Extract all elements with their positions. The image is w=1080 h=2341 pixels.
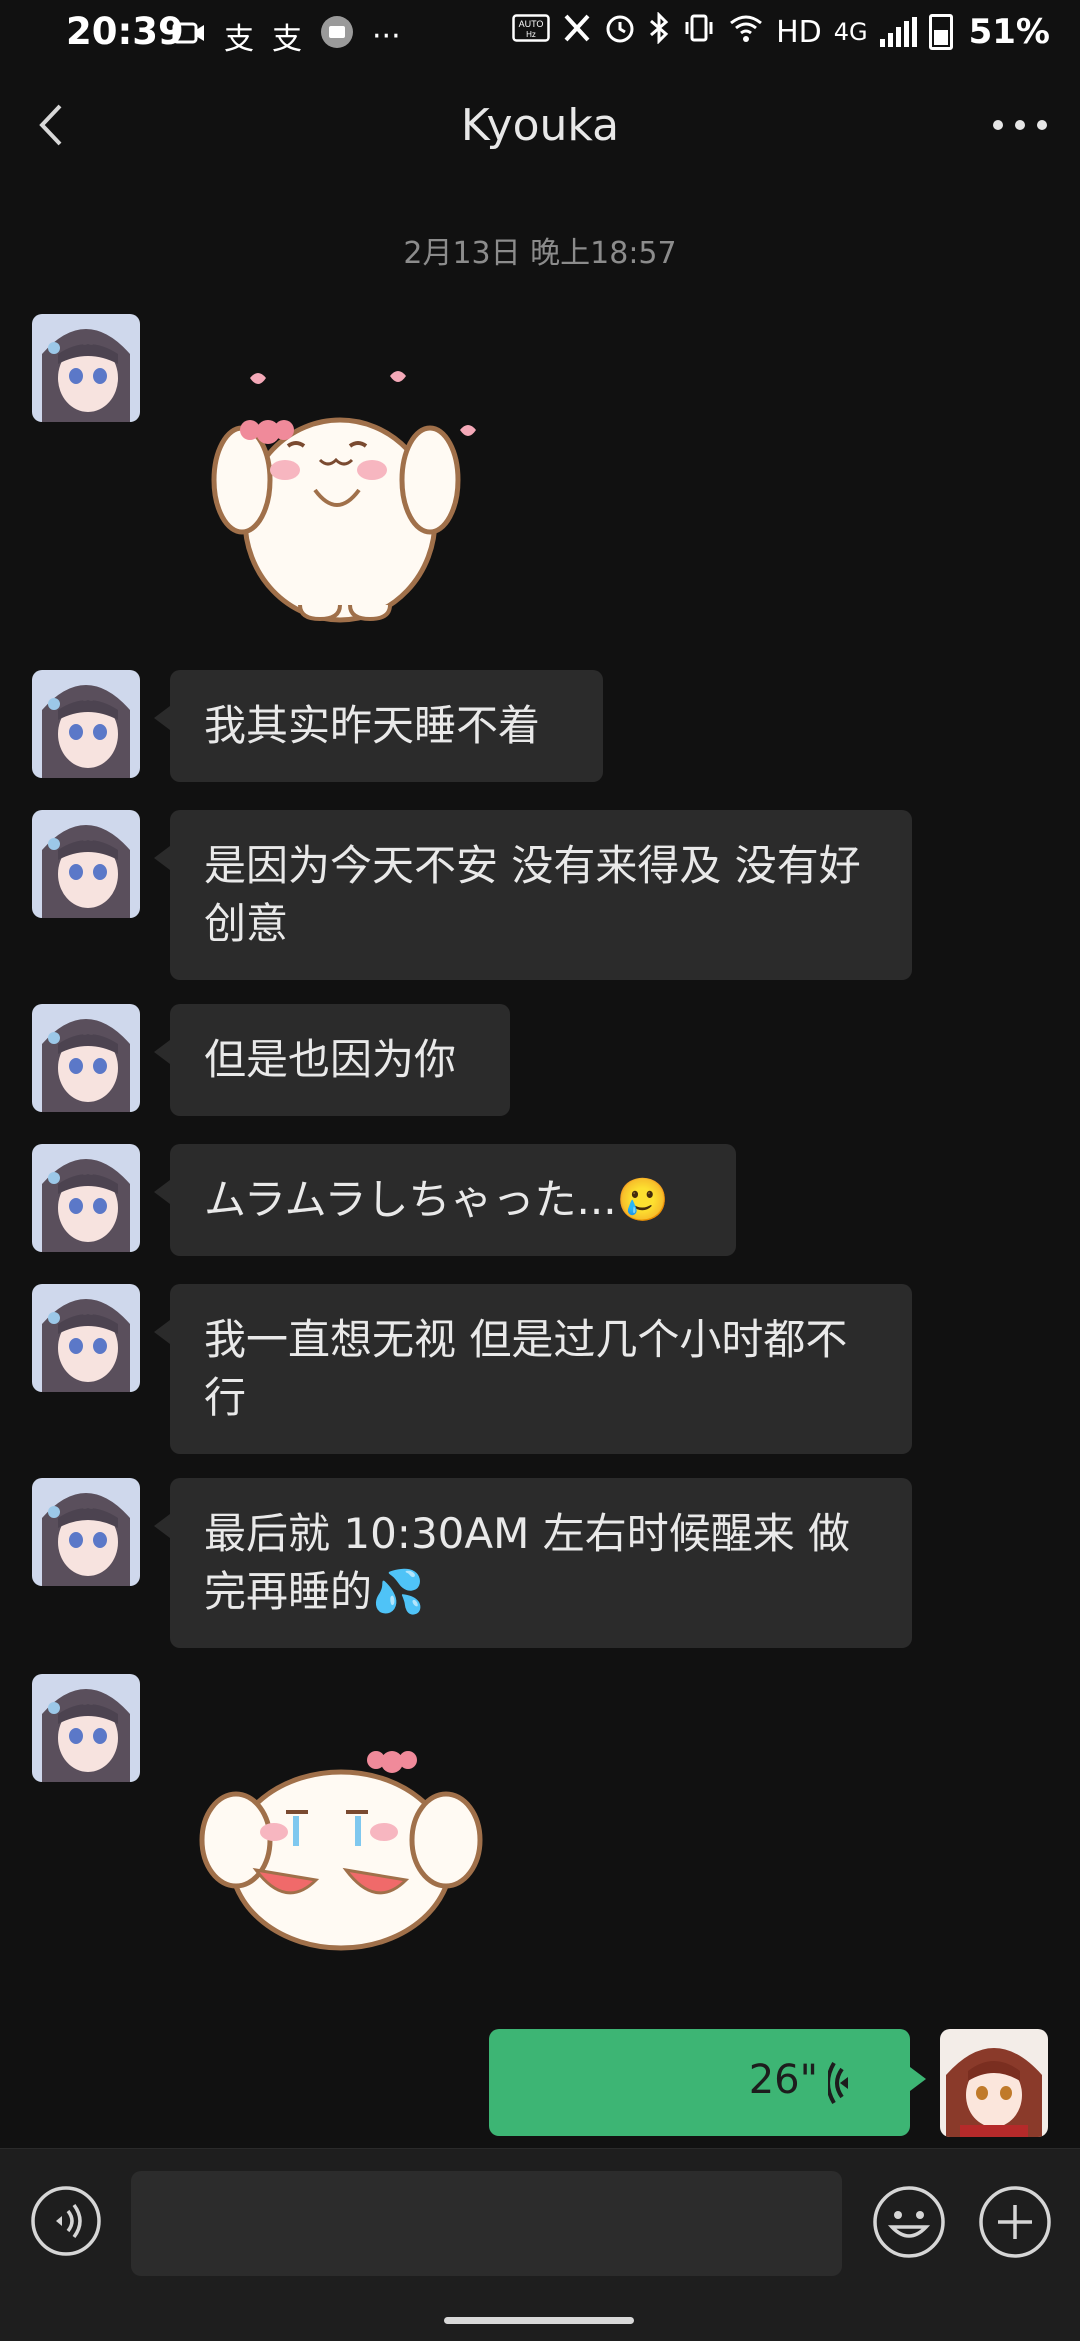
message-bubble[interactable]: ムラムラしちゃった...🥲 (154, 1144, 736, 1256)
signal-icon (879, 17, 917, 47)
4g-icon: 4G (833, 18, 868, 46)
voice-message-bubble[interactable]: 26" (489, 2029, 926, 2136)
system-icons: AUTO Hz HD 4G 51% (512, 11, 1050, 52)
happy-bunny-sticker[interactable] (190, 360, 500, 634)
crying-bunny-sticker[interactable] (196, 1720, 486, 1964)
vibrate-icon (682, 13, 716, 51)
battery-percent: 51% (968, 12, 1050, 52)
status-bar: 20:39 支 支 ··· AUTO Hz HD 4G 51% (0, 0, 1080, 72)
contact-avatar[interactable] (32, 1004, 140, 1112)
message-bubble[interactable]: 是因为今天不安 没有来得及 没有好创意 (154, 810, 912, 980)
message-bubble[interactable]: 我其实昨天睡不着 (154, 670, 603, 782)
status-time: 20:39 (66, 10, 184, 53)
contact-avatar[interactable] (32, 670, 140, 778)
video-icon (172, 19, 206, 54)
home-indicator[interactable] (444, 2317, 634, 2324)
message-bubble[interactable]: 但是也因为你 (154, 1004, 510, 1116)
voice-wave-icon (826, 2059, 868, 2107)
my-avatar[interactable] (940, 2029, 1048, 2137)
voice-duration: 26" (748, 2057, 818, 2103)
x-icon (562, 13, 592, 51)
message-input-bar (0, 2148, 1080, 2341)
contact-avatar[interactable] (32, 314, 140, 422)
contact-avatar[interactable] (32, 1674, 140, 1782)
voice-input-icon[interactable] (30, 2185, 102, 2257)
chat-header: Kyouka (0, 72, 1080, 184)
more-options-icon[interactable] (990, 110, 1050, 140)
bluetooth-icon (648, 11, 670, 52)
notification-icons: 支 支 ··· (172, 14, 401, 58)
svg-text:AUTO: AUTO (519, 19, 544, 29)
alipay-icon: 支 (272, 22, 302, 57)
mail-icon (320, 15, 354, 57)
alarm-icon (604, 12, 636, 52)
message-bubble[interactable]: 最后就 10:30AM 左右时候醒来 做完再睡的💦 (154, 1478, 912, 1648)
message-bubble[interactable]: 我一直想无视 但是过几个小时都不行 (154, 1284, 912, 1454)
contact-avatar[interactable] (32, 1284, 140, 1392)
chat-title: Kyouka (460, 100, 620, 151)
battery-icon (928, 14, 953, 50)
contact-avatar[interactable] (32, 810, 140, 918)
add-icon[interactable] (978, 2185, 1052, 2259)
auto-hz-icon: AUTO Hz (512, 14, 550, 50)
contact-avatar[interactable] (32, 1144, 140, 1252)
wifi-icon (728, 13, 764, 51)
hd-icon: HD (776, 14, 822, 50)
more-dots-icon: ··· (372, 18, 401, 54)
message-timestamp: 2月13日 晚上18:57 (403, 236, 677, 271)
contact-avatar[interactable] (32, 1478, 140, 1586)
emoji-icon[interactable] (872, 2185, 946, 2259)
svg-text:Hz: Hz (526, 30, 536, 39)
alipay-icon: 支 (224, 22, 254, 57)
message-text-input[interactable] (131, 2171, 842, 2276)
